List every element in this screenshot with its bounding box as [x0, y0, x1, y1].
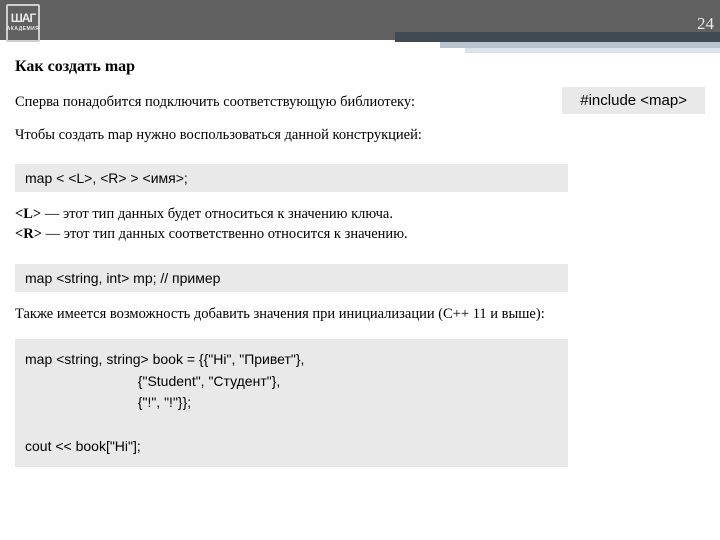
- logo-line-1: ШАГ: [11, 13, 36, 23]
- desc-r-rest: — этот тип данных соответственно относит…: [42, 226, 408, 242]
- example-code: map <string, int> mp; // пример: [15, 264, 568, 292]
- body: Как создать map Сперва понадобится подкл…: [15, 58, 705, 467]
- init-code: map <string, string> book = {{"Hi", "При…: [15, 339, 568, 467]
- logo-line-2: АКАДЕМИЯ: [7, 24, 40, 34]
- desc-r-tag: <R>: [15, 226, 42, 242]
- include-row: Сперва понадобится подключить соответств…: [15, 94, 705, 111]
- page-number: 24: [697, 14, 714, 34]
- desc-r: <R> — этот тип данных соответственно отн…: [15, 226, 705, 243]
- desc-l-rest: — этот тип данных будет относиться к зна…: [41, 206, 393, 222]
- decor-band-lite: [465, 48, 720, 53]
- para-init: Также имеется возможность добавить значе…: [15, 306, 705, 323]
- gap: [15, 246, 705, 264]
- desc-l-tag: <L>: [15, 206, 41, 222]
- include-code: #include <map>: [562, 87, 705, 114]
- slide: ШАГ АКАДЕМИЯ 24 Как создать map Сперва п…: [0, 0, 720, 540]
- logo: ШАГ АКАДЕМИЯ: [6, 4, 40, 42]
- declaration-code: map < <L>, <R> > <имя>;: [15, 164, 568, 192]
- para-construct: Чтобы создать map нужно воспользоваться …: [15, 127, 705, 144]
- desc-l: <L> — этот тип данных будет относиться к…: [15, 206, 705, 223]
- decor-band-dark: [395, 32, 720, 42]
- slide-title: Как создать map: [15, 58, 705, 76]
